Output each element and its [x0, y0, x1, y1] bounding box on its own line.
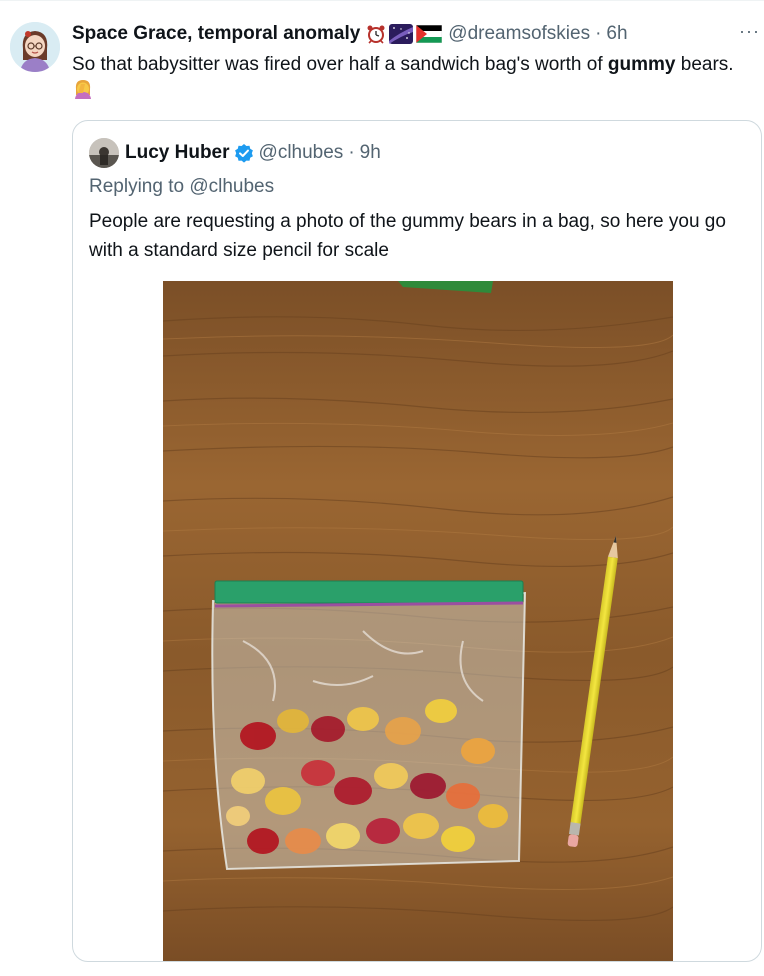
author-emojis [366, 24, 443, 44]
quote-author-avatar[interactable] [89, 138, 119, 168]
tweet-text: So that babysitter was fired over half a… [72, 52, 752, 102]
replying-handle[interactable]: @clhubes [189, 176, 274, 197]
replying-label: Replying to [89, 176, 185, 197]
replying-to: Replying to @clhubes [89, 176, 274, 198]
author-handle[interactable]: @dreamsofskies [448, 23, 590, 45]
avatar-photo [89, 138, 119, 168]
quote-text: People are requesting a photo of the gum… [89, 211, 726, 261]
tweet[interactable]: Space Grace, temporal anomaly @dreamsofs… [0, 0, 764, 976]
tweet-time[interactable]: 6h [606, 23, 627, 45]
tweet-text-part: So that babysitter was fired over half a… [72, 54, 608, 75]
alarm-clock-icon [367, 25, 385, 44]
tweet-text-bold: gummy [607, 54, 676, 75]
quote-author-handle[interactable]: @clhubes [259, 142, 344, 164]
quoted-tweet[interactable]: Lucy Huber @clhubes · 9h Replying to @cl… [72, 120, 762, 962]
tweet-header: Space Grace, temporal anomaly @dreamsofs… [72, 22, 752, 46]
quote-header: Lucy Huber @clhubes · 9h [89, 138, 381, 168]
quote-author-name[interactable]: Lucy Huber [125, 142, 230, 164]
tweet-text-part: bears. [675, 54, 734, 75]
milky-way-icon [389, 24, 414, 44]
separator-dot: · [595, 23, 602, 44]
author-display-name[interactable]: Space Grace, temporal anomaly [72, 23, 360, 45]
palestine-flag-icon [416, 25, 443, 43]
gummy-bears-photo [162, 281, 674, 961]
author-avatar[interactable] [10, 22, 60, 72]
woman-facepalming-icon [75, 80, 91, 99]
more-dots-icon[interactable]: ··· [739, 22, 760, 40]
separator-dot: · [348, 142, 355, 163]
quote-time[interactable]: 9h [360, 142, 381, 164]
avatar-illustration [10, 22, 60, 72]
quote-photo[interactable] [162, 281, 674, 961]
verified-badge-icon [234, 143, 254, 163]
